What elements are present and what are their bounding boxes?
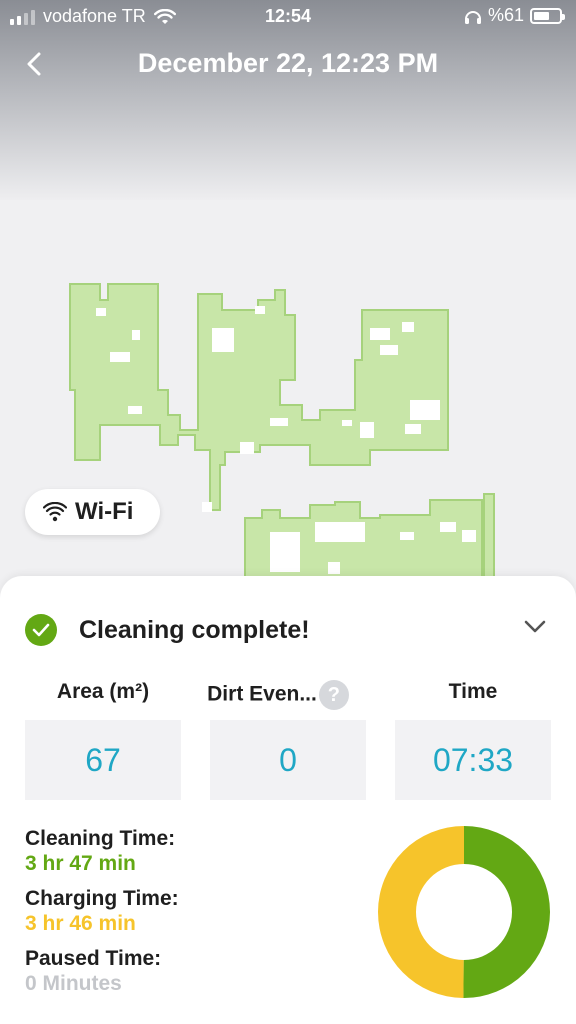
dirt-events-label-wrap: Dirt Even...? — [200, 680, 356, 710]
paused-time-label: Paused Time: — [25, 947, 162, 970]
time-donut-chart — [378, 826, 550, 998]
status-bar: vodafone TR 12:54 %61 — [0, 0, 576, 34]
charging-time-value: 3 hr 46 min — [25, 912, 136, 935]
donut-slice-cleaning-time — [463, 826, 550, 998]
wifi-indicator[interactable]: Wi-Fi — [25, 489, 160, 535]
wifi-label: Wi-Fi — [75, 498, 134, 525]
check-circle-icon — [25, 614, 57, 646]
summary-sheet: Cleaning complete! Area (m²) Dirt Even..… — [0, 576, 576, 1024]
help-icon[interactable]: ? — [318, 680, 349, 710]
dirt-events-label: Dirt Even... — [207, 682, 317, 706]
battery-percent: %61 — [487, 5, 524, 25]
area-label: Area (m²) — [56, 680, 150, 703]
status-text: Cleaning complete! — [79, 615, 310, 644]
time-label: Time — [448, 680, 498, 703]
time-breakdown: Cleaning Time: 3 hr 47 min Charging Time… — [25, 826, 179, 1006]
time-value: 07:33 — [395, 720, 551, 800]
nav-bar: December 22, 12:23 PM — [0, 40, 576, 88]
battery-icon — [530, 7, 565, 24]
charging-time-label: Charging Time: — [25, 887, 179, 910]
cleaning-time-label: Cleaning Time: — [25, 827, 176, 850]
paused-time-value: 0 Minutes — [25, 972, 122, 995]
area-value: 67 — [25, 720, 181, 800]
cleaning-time-value: 3 hr 47 min — [25, 852, 136, 875]
collapse-button[interactable] — [524, 620, 546, 639]
headphones-icon — [464, 10, 481, 24]
wifi-icon — [43, 502, 67, 522]
donut-slice-charging-time — [378, 826, 464, 998]
page-title: December 22, 12:23 PM — [137, 48, 439, 78]
dirt-events-value: 0 — [210, 720, 366, 800]
chevron-down-icon — [524, 620, 546, 633]
cleaning-status: Cleaning complete! — [25, 614, 310, 646]
